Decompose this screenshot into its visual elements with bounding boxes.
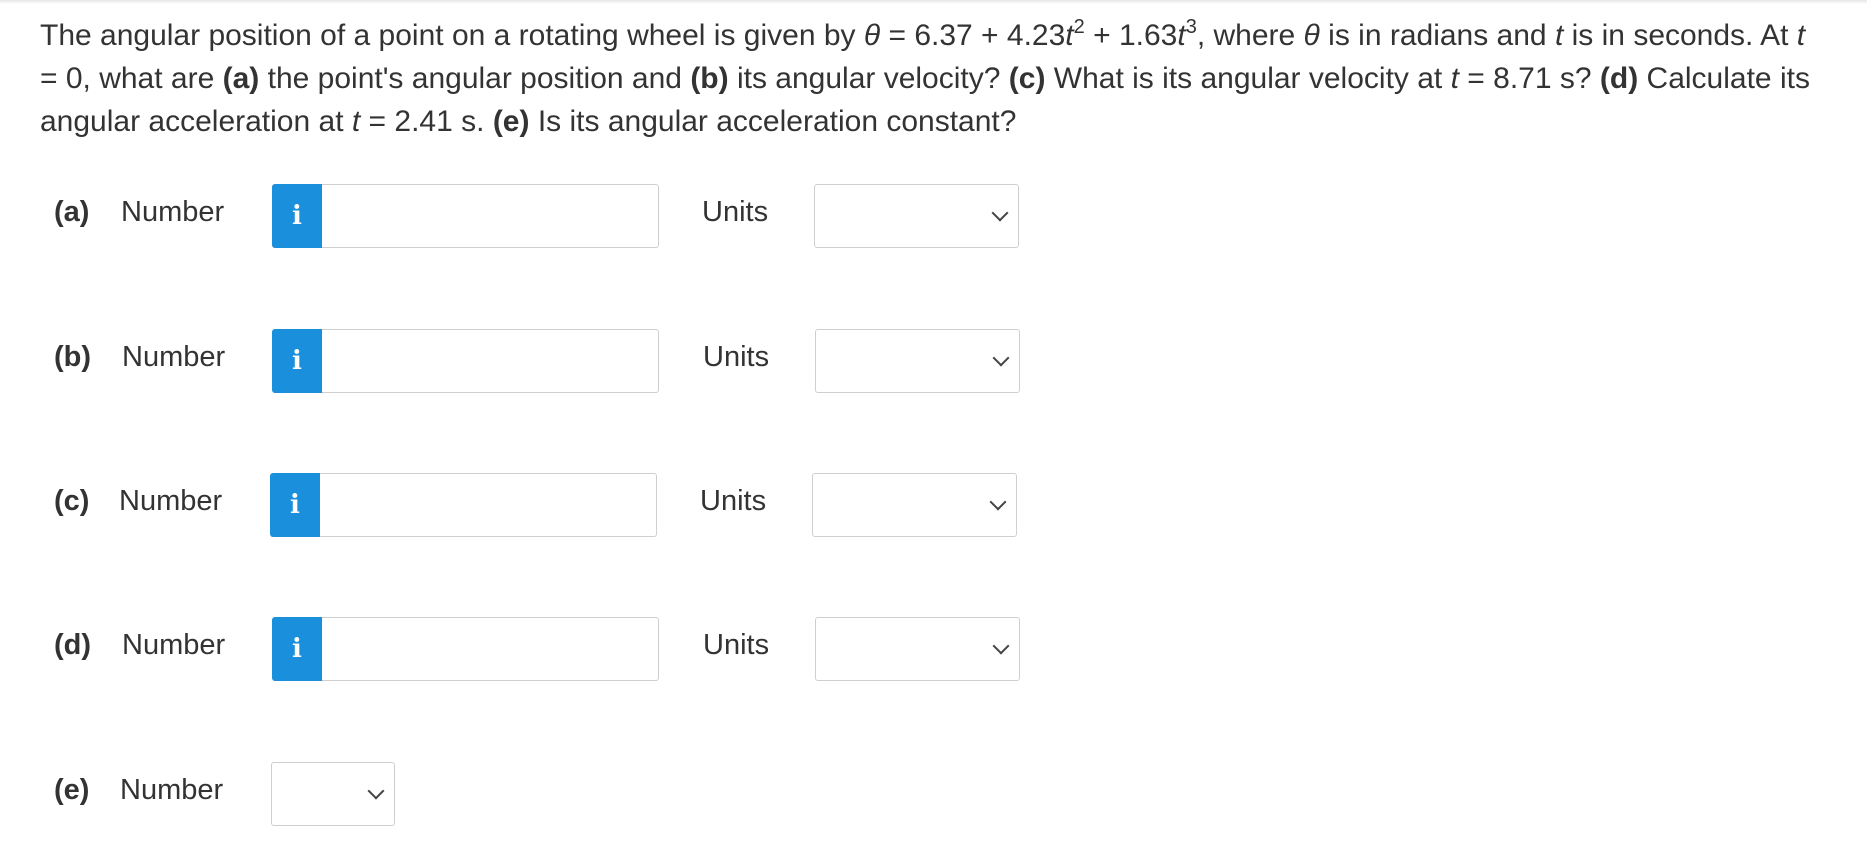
info-icon[interactable]: i — [272, 329, 322, 393]
number-input-d[interactable] — [322, 617, 659, 681]
info-icon[interactable]: i — [270, 473, 320, 537]
part-label: (c) — [54, 485, 90, 517]
units-select-b[interactable] — [815, 329, 1020, 393]
units-select-a[interactable] — [814, 184, 1019, 248]
chevron-down-icon — [992, 349, 1010, 367]
number-label: Number — [119, 485, 223, 517]
units-label: Units — [700, 485, 767, 517]
top-shadow — [0, 0, 1867, 4]
number-input-b[interactable] — [322, 329, 659, 393]
question-text: The angular position of a point on a rot… — [40, 16, 1810, 138]
part-label: (d) — [54, 629, 92, 661]
part-label: (e) — [54, 774, 90, 806]
units-label: Units — [703, 341, 770, 373]
part-label: (b) — [54, 341, 92, 373]
chevron-down-icon — [991, 204, 1009, 222]
chevron-down-icon — [989, 493, 1007, 511]
chevron-down-icon — [992, 637, 1010, 655]
number-label: Number — [120, 774, 224, 806]
info-icon[interactable]: i — [272, 617, 322, 681]
units-select-c[interactable] — [812, 473, 1017, 537]
answer-select-e[interactable] — [271, 762, 395, 826]
chevron-down-icon — [367, 782, 385, 800]
number-input-c[interactable] — [320, 473, 657, 537]
units-label: Units — [702, 196, 769, 228]
units-label: Units — [703, 629, 770, 661]
info-icon[interactable]: i — [272, 184, 322, 248]
number-input-a[interactable] — [322, 184, 659, 248]
units-select-d[interactable] — [815, 617, 1020, 681]
part-label: (a) — [54, 196, 90, 228]
number-label: Number — [121, 196, 225, 228]
number-label: Number — [122, 341, 226, 373]
number-label: Number — [122, 629, 226, 661]
